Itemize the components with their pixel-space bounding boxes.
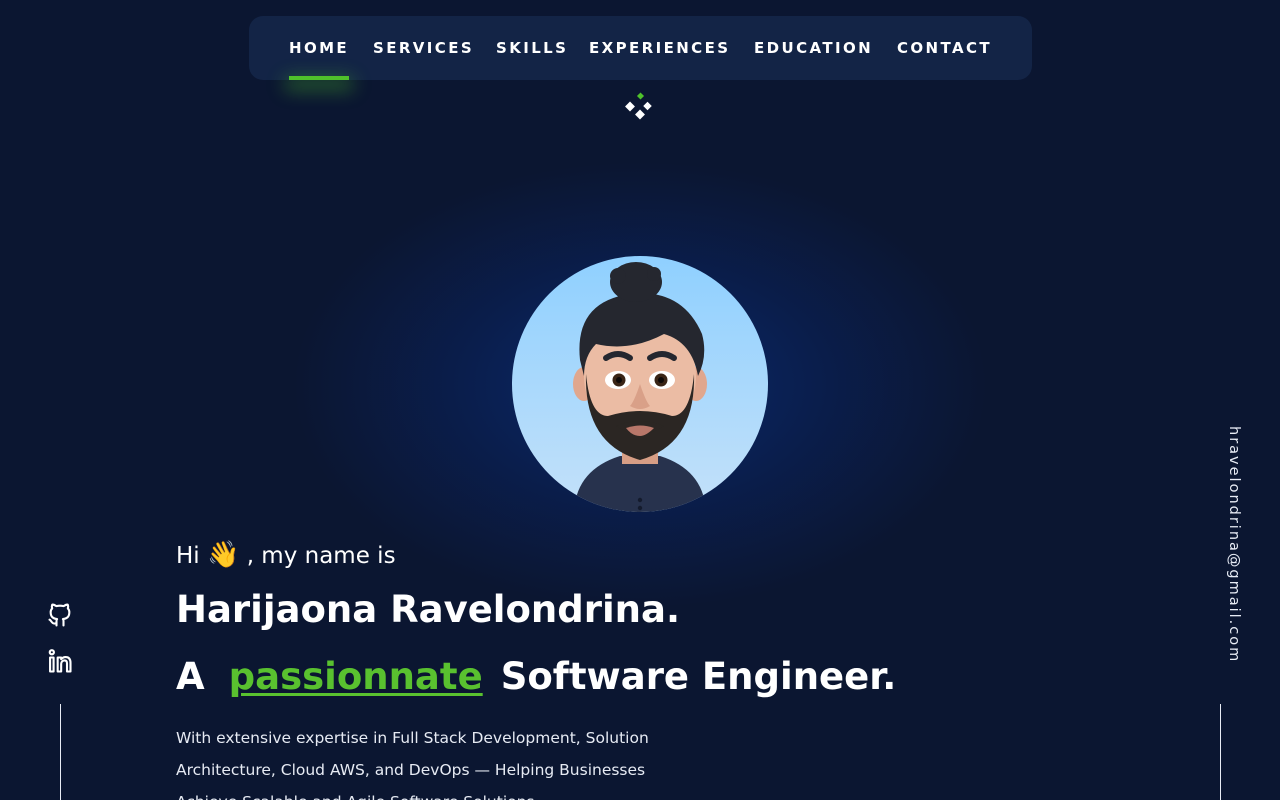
avatar: [512, 256, 768, 512]
linkedin-icon[interactable]: [46, 647, 74, 675]
tagline-prefix: A: [176, 655, 205, 698]
right-divider-line: [1220, 704, 1221, 800]
logo-icon[interactable]: [624, 92, 656, 124]
nav-item-services[interactable]: SERVICES: [373, 16, 474, 80]
nav-item-experiences[interactable]: EXPERIENCES: [589, 16, 730, 80]
left-divider-line: [60, 704, 61, 800]
email-link[interactable]: hravelondrina@gmail.com: [1198, 426, 1242, 663]
github-icon[interactable]: [46, 601, 74, 629]
linkedin-link[interactable]: [46, 647, 74, 675]
hero-description: With extensive expertise in Full Stack D…: [176, 729, 649, 800]
github-link[interactable]: [46, 601, 74, 629]
tagline-suffix: Software Engineer.: [500, 655, 897, 698]
hero-tagline: Apassionnate Software Engineer.: [176, 655, 896, 698]
greeting-prefix: Hi: [176, 543, 200, 569]
wave-icon: 👋: [207, 540, 240, 570]
nav-item-education[interactable]: EDUCATION: [754, 16, 873, 80]
tagline-accent: passionnate: [228, 655, 483, 698]
avatar-illustration: [512, 256, 768, 512]
nav-item-home[interactable]: HOME: [289, 16, 350, 80]
top-navigation: HOME SERVICES SKILLS EXPERIENCES EDUCATI…: [249, 16, 1032, 80]
nav-item-contact[interactable]: CONTACT: [897, 16, 992, 80]
greeting: Hi 👋 , my name is: [176, 540, 396, 570]
nav-item-skills[interactable]: SKILLS: [496, 16, 568, 80]
portfolio-page: HOME SERVICES SKILLS EXPERIENCES EDUCATI…: [0, 0, 1280, 800]
greeting-suffix: , my name is: [246, 543, 396, 569]
hero-name: Harijaona Ravelondrina.: [176, 588, 681, 631]
